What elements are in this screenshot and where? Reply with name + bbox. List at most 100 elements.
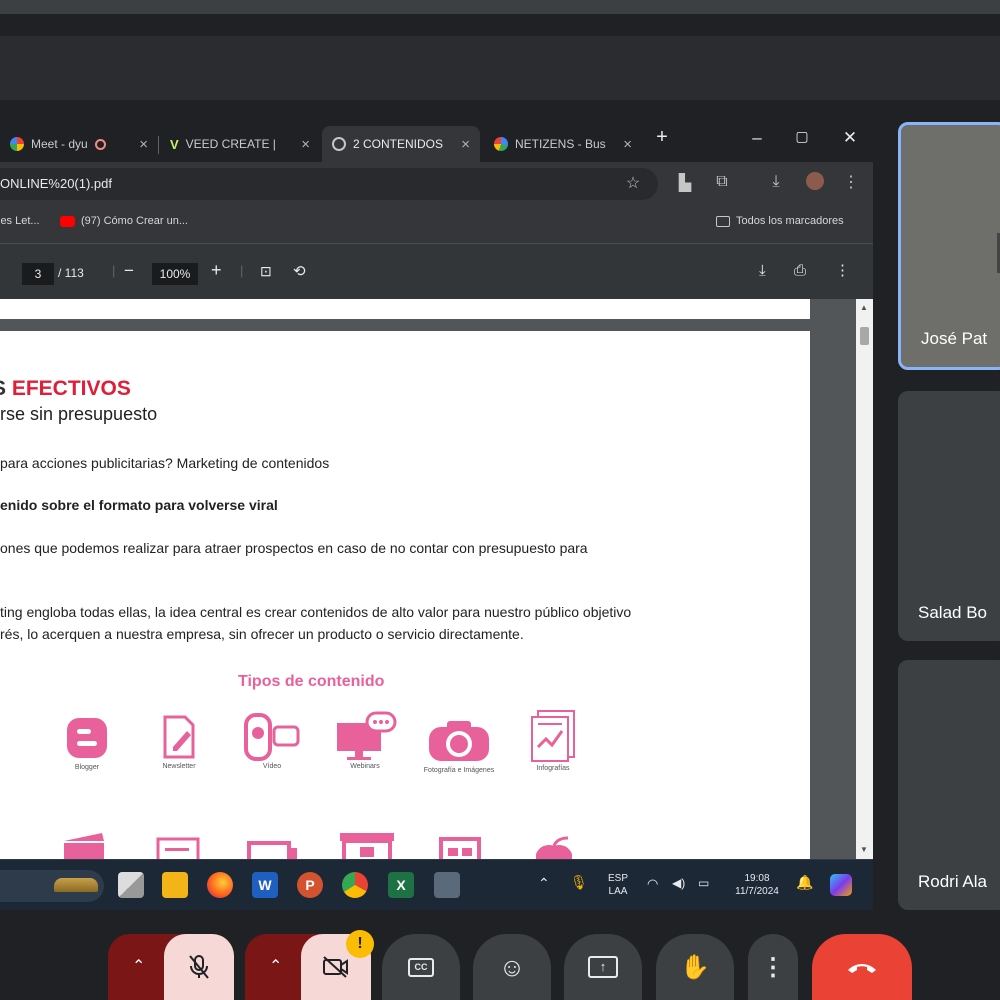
participant-tile-salad[interactable]: Salad Bo: [898, 391, 1000, 641]
meet-header-band: [0, 36, 1000, 100]
participant-tile-rodri[interactable]: Rodri Ala: [898, 660, 1000, 910]
webinar-monitor-icon: [337, 711, 397, 760]
search-highlight-icon: [54, 878, 98, 892]
page-number-input[interactable]: 3: [22, 263, 54, 285]
wifi-icon[interactable]: ◠: [647, 877, 658, 890]
reactions-button[interactable]: ☺: [473, 934, 551, 1000]
clock-time: 19:08: [744, 873, 770, 884]
meet-icon: [10, 137, 24, 151]
puzzle-icon[interactable]: ⧉: [711, 173, 733, 191]
mic-options-chevron-icon[interactable]: ⌃: [132, 956, 145, 976]
battery-icon[interactable]: ▭: [698, 877, 709, 890]
bookmark-star-icon[interactable]: ☆: [622, 173, 644, 193]
zoom-in-icon[interactable]: +: [211, 260, 222, 281]
powerpoint-icon[interactable]: P: [297, 872, 323, 898]
tab-veed[interactable]: V VEED CREATE | ×: [160, 126, 320, 162]
page-subheading: rse sin presupuesto: [0, 404, 158, 424]
tray-chevron-icon[interactable]: ⌃: [538, 876, 550, 890]
newsletter-icon: [163, 715, 195, 759]
mic-toggle-button[interactable]: [164, 934, 234, 1000]
camera-icon: [429, 721, 489, 761]
google-icon: [494, 137, 508, 151]
participant-tile-jose[interactable]: José Pat: [898, 122, 1000, 370]
windows-taskbar: W P X ⌃ 🎙 ESP LAA ◠ ◀) ▭ 19:08 11/7/2024 🔔: [0, 859, 873, 910]
bookmark-item-youtube[interactable]: (97) Cómo Crear un...: [60, 215, 188, 227]
pdf-page: S EFECTIVOS rse sin presupuesto para acc…: [0, 331, 810, 859]
pdf-download-icon[interactable]: ⤓: [759, 262, 766, 279]
pdf-viewer[interactable]: S EFECTIVOS rse sin presupuesto para acc…: [0, 299, 873, 859]
chrome-icon[interactable]: [342, 872, 368, 898]
restore-icon[interactable]: ▢: [790, 128, 814, 145]
window-close-icon[interactable]: ✕: [838, 128, 862, 148]
close-icon[interactable]: ×: [461, 136, 470, 153]
url-field[interactable]: ONLINE%20(1).pdf: [0, 168, 658, 200]
bookmark-label: Todos los marcadores: [736, 215, 844, 227]
mic-control: ⌃: [108, 934, 234, 1000]
scroll-up-icon[interactable]: ▲: [860, 303, 868, 312]
lang-layout: LAA: [608, 886, 628, 897]
recording-icon: [94, 138, 106, 150]
copilot-icon[interactable]: [830, 874, 852, 896]
captions-icon: CC: [408, 957, 434, 977]
excel-icon[interactable]: X: [388, 872, 414, 898]
notification-bell-icon[interactable]: 🔔: [796, 875, 813, 889]
clock[interactable]: 19:08 11/7/2024: [728, 872, 786, 898]
tab-title: VEED CREATE |: [185, 137, 276, 151]
folder-mark-icon: [64, 833, 104, 859]
scroll-thumb[interactable]: [860, 327, 869, 345]
heading-fragment: S: [0, 377, 12, 400]
zoom-input[interactable]: 100%: [152, 263, 198, 285]
tab-netizens[interactable]: NETIZENS - Bus ×: [484, 126, 642, 162]
profile-avatar[interactable]: [804, 172, 826, 195]
bookmark-item[interactable]: les Let...: [0, 215, 40, 227]
download-icon[interactable]: ⤓: [765, 173, 787, 191]
paragraph-line: para acciones publicitarias? Marketing d…: [0, 455, 330, 471]
content-type-webinars: Webinars: [330, 711, 400, 770]
tab-separator: [158, 136, 159, 154]
apple-mark-icon: [536, 836, 572, 859]
all-bookmarks[interactable]: Todos los marcadores: [716, 215, 844, 227]
close-icon[interactable]: ×: [139, 136, 148, 153]
scroll-down-icon[interactable]: ▼: [860, 845, 868, 854]
present-button[interactable]: ↑: [564, 934, 642, 1000]
camera-off-icon: [323, 956, 348, 978]
microphone-tray-icon[interactable]: 🎙: [570, 875, 588, 889]
search-box[interactable]: [0, 870, 104, 902]
tab-strip: Meet - dyu × V VEED CREATE | × 2 CONTENI…: [0, 118, 873, 162]
fit-page-icon[interactable]: ⊡: [260, 263, 272, 280]
participant-name: Salad Bo: [918, 603, 987, 622]
document-mark-icon: [156, 837, 200, 859]
new-tab-icon[interactable]: +: [650, 126, 674, 149]
menu-icon[interactable]: ⋮: [840, 172, 862, 192]
leave-call-button[interactable]: [812, 934, 912, 1000]
bookmark-label: les Let...: [0, 215, 40, 227]
pdf-menu-icon[interactable]: ⋮: [835, 261, 850, 279]
calculator-icon[interactable]: [434, 872, 460, 898]
file-explorer-icon[interactable]: [162, 872, 188, 898]
end-call-icon: [848, 964, 876, 973]
type-label: Blogger: [74, 764, 100, 771]
rotate-icon[interactable]: ⟲: [293, 262, 306, 280]
camera-options-chevron-icon[interactable]: ⌃: [269, 956, 282, 976]
extension-icon[interactable]: ▙: [674, 173, 696, 193]
close-icon[interactable]: ×: [623, 136, 632, 153]
raise-hand-button[interactable]: ✋: [656, 934, 734, 1000]
meet-top-bar: [0, 0, 1000, 14]
heading-accent: EFECTIVOS: [11, 377, 131, 400]
word-icon[interactable]: W: [252, 872, 278, 898]
globe-icon: [332, 137, 346, 151]
tab-meet[interactable]: Meet - dyu ×: [0, 126, 158, 162]
tab-contenidos[interactable]: 2 CONTENIDOS ×: [322, 126, 480, 162]
pdf-scrollbar[interactable]: ▲ ▼: [856, 299, 873, 859]
volume-icon[interactable]: ◀): [672, 877, 685, 890]
zoom-out-icon[interactable]: −: [124, 261, 134, 281]
print-icon[interactable]: ⎙: [794, 262, 806, 279]
language-indicator[interactable]: ESP LAA: [604, 872, 632, 898]
more-options-button[interactable]: ⋮: [748, 934, 798, 1000]
close-icon[interactable]: ×: [301, 136, 310, 153]
minimize-icon[interactable]: –: [745, 128, 769, 148]
firefox-icon[interactable]: [207, 872, 233, 898]
task-view-icon[interactable]: [118, 872, 144, 898]
captions-button[interactable]: CC: [382, 934, 460, 1000]
youtube-icon: [60, 215, 75, 227]
